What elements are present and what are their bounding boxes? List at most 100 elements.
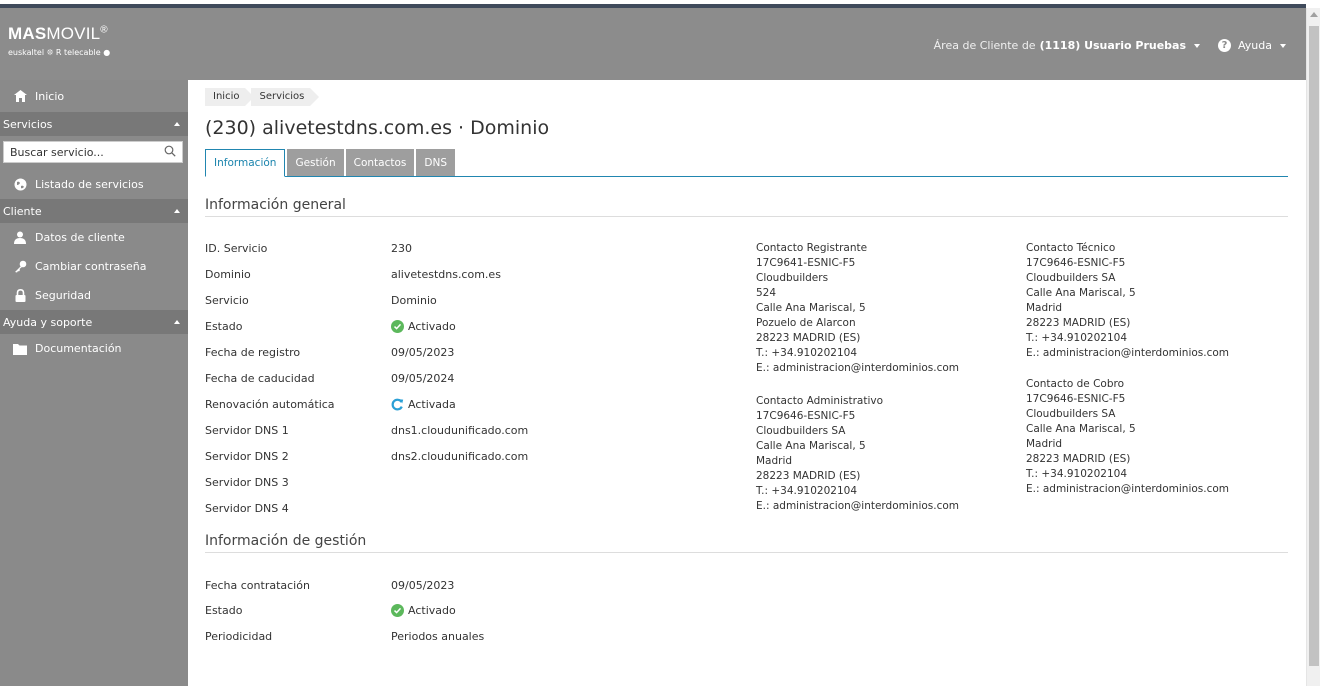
contact-registrant: Contacto Registrante 17C9641-ESNIC-F5 Cl… bbox=[756, 241, 959, 376]
masmovil-logo[interactable]: MASMOVIL® euskaltel ❊ R telecable ● bbox=[8, 24, 110, 57]
breadcrumb-services[interactable]: Servicios bbox=[251, 88, 320, 106]
breadcrumb: Inicio Servicios bbox=[205, 88, 320, 106]
contact-line: E.: administracion@interdominios.com bbox=[756, 362, 960, 374]
tab-contacts[interactable]: Contactos bbox=[345, 149, 415, 176]
contact-line: E.: administracion@interdominios.com bbox=[1026, 483, 1230, 495]
renewal-text: Activada bbox=[408, 398, 456, 411]
home-icon bbox=[13, 89, 27, 103]
sub-brands: euskaltel ❊ R telecable ● bbox=[8, 48, 111, 57]
contact-title: Contacto Administrativo bbox=[756, 395, 884, 407]
sidebar-section-help[interactable]: Ayuda y soporte bbox=[0, 310, 188, 334]
sidebar-item-docs[interactable]: Documentación bbox=[0, 334, 188, 363]
info-label: Renovación automática bbox=[205, 398, 335, 411]
contact-line: 28223 MADRID (ES) bbox=[756, 470, 861, 482]
collapse-icon[interactable] bbox=[174, 122, 180, 126]
vertical-scrollbar[interactable] bbox=[1306, 8, 1320, 686]
globe-icon bbox=[13, 177, 27, 191]
contact-line: 28223 MADRID (ES) bbox=[1026, 317, 1131, 329]
sidebar-search: Buscar servicio... bbox=[0, 136, 188, 169]
sidebar: Inicio Servicios Buscar servicio... List… bbox=[0, 80, 188, 686]
section-title-management: Información de gestión bbox=[205, 533, 367, 549]
search-placeholder: Buscar servicio... bbox=[10, 145, 104, 159]
lock-icon bbox=[13, 289, 27, 303]
check-circle-icon bbox=[391, 604, 404, 617]
breadcrumb-home[interactable]: Inicio bbox=[205, 88, 256, 106]
contact-line: 17C9646-ESNIC-F5 bbox=[1026, 393, 1126, 405]
key-icon bbox=[13, 260, 27, 274]
contact-line: Calle Ana Mariscal, 5 bbox=[756, 440, 866, 452]
sidebar-item-label: Seguridad bbox=[35, 289, 91, 302]
brand-light: MOVIL bbox=[46, 24, 101, 43]
sidebar-item-client-data[interactable]: Datos de cliente bbox=[0, 223, 188, 252]
contact-line: 17C9646-ESNIC-F5 bbox=[1026, 257, 1126, 269]
tab-underline bbox=[205, 176, 1288, 177]
sidebar-item-home[interactable]: Inicio bbox=[0, 80, 188, 112]
info-label: Fecha de caducidad bbox=[205, 372, 315, 385]
sidebar-item-change-password[interactable]: Cambiar contraseña bbox=[0, 252, 188, 281]
sidebar-item-security[interactable]: Seguridad bbox=[0, 281, 188, 310]
info-label: Estado bbox=[205, 604, 243, 617]
scroll-up-arrow-icon[interactable] bbox=[1310, 12, 1318, 17]
info-label: ID. Servicio bbox=[205, 242, 268, 255]
status-text: Activado bbox=[408, 320, 456, 333]
search-service-input[interactable]: Buscar servicio... bbox=[3, 141, 183, 163]
tab-management[interactable]: Gestión bbox=[287, 149, 344, 176]
user-caret-icon[interactable] bbox=[1194, 43, 1201, 48]
collapse-icon[interactable] bbox=[174, 320, 180, 324]
info-value: Periodos anuales bbox=[391, 630, 485, 643]
sidebar-item-label: Cambiar contraseña bbox=[35, 260, 147, 273]
top-header: MASMOVIL® euskaltel ❊ R telecable ● Área… bbox=[0, 8, 1306, 80]
section-divider bbox=[205, 552, 1288, 553]
contact-line: 524 bbox=[756, 287, 777, 299]
info-value: Activado bbox=[391, 320, 456, 333]
info-label: Periodicidad bbox=[205, 630, 273, 643]
info-value: 09/05/2023 bbox=[391, 346, 455, 359]
contact-title: Contacto Técnico bbox=[1026, 242, 1116, 254]
contact-line: Madrid bbox=[1026, 438, 1063, 450]
info-value: Activada bbox=[391, 398, 456, 411]
search-icon[interactable] bbox=[164, 145, 176, 160]
contact-line: T.: +34.910202104 bbox=[756, 347, 858, 359]
brand-registered: ® bbox=[100, 24, 108, 36]
scroll-thumb[interactable] bbox=[1309, 26, 1319, 666]
tab-dns[interactable]: DNS bbox=[416, 149, 455, 176]
contact-line: T.: +34.910202104 bbox=[756, 485, 858, 497]
main-content: Inicio Servicios (230) alivetestdns.com.… bbox=[188, 80, 1306, 686]
info-label: Servidor DNS 2 bbox=[205, 450, 289, 463]
info-label: Estado bbox=[205, 320, 243, 333]
info-value: alivetestdns.com.es bbox=[391, 268, 501, 281]
contact-technical: Contacto Técnico 17C9646-ESNIC-F5 Cloudb… bbox=[1026, 241, 1229, 361]
contact-line: Pozuelo de Alarcon bbox=[756, 317, 856, 329]
contact-line: T.: +34.910202104 bbox=[1026, 468, 1128, 480]
info-label: Servicio bbox=[205, 294, 249, 307]
contact-billing: Contacto de Cobro 17C9646-ESNIC-F5 Cloud… bbox=[1026, 377, 1229, 497]
contact-line: Madrid bbox=[1026, 302, 1063, 314]
sidebar-section-services[interactable]: Servicios bbox=[0, 112, 188, 136]
collapse-icon[interactable] bbox=[174, 209, 180, 213]
sidebar-item-label: Inicio bbox=[35, 89, 65, 103]
help-caret-icon[interactable] bbox=[1280, 43, 1286, 48]
section-label: Cliente bbox=[3, 204, 42, 218]
section-title-general: Información general bbox=[205, 197, 346, 213]
status-text: Activado bbox=[408, 604, 456, 617]
sidebar-item-services-list[interactable]: Listado de servicios bbox=[0, 169, 188, 199]
contact-line: Calle Ana Mariscal, 5 bbox=[1026, 423, 1136, 435]
help-icon[interactable]: ? bbox=[1218, 39, 1232, 52]
sidebar-section-client[interactable]: Cliente bbox=[0, 199, 188, 223]
help-menu[interactable]: Ayuda bbox=[1238, 39, 1272, 52]
refresh-icon bbox=[391, 398, 404, 411]
info-value: 09/05/2024 bbox=[391, 372, 455, 385]
section-label: Ayuda y soporte bbox=[3, 315, 93, 329]
section-divider bbox=[205, 216, 1288, 217]
section-label: Servicios bbox=[3, 117, 53, 131]
info-label: Fecha de registro bbox=[205, 346, 301, 359]
contact-line: Cloudbuilders bbox=[756, 272, 829, 284]
sidebar-item-label: Documentación bbox=[35, 342, 122, 355]
contact-line: 17C9646-ESNIC-F5 bbox=[756, 410, 856, 422]
contact-line: Cloudbuilders SA bbox=[1026, 408, 1116, 420]
contact-line: Cloudbuilders SA bbox=[756, 425, 846, 437]
tab-information[interactable]: Información bbox=[205, 149, 286, 177]
info-label: Servidor DNS 1 bbox=[205, 424, 289, 437]
user-menu[interactable]: (1118) Usuario Pruebas bbox=[1040, 39, 1186, 52]
check-circle-icon bbox=[391, 320, 404, 333]
